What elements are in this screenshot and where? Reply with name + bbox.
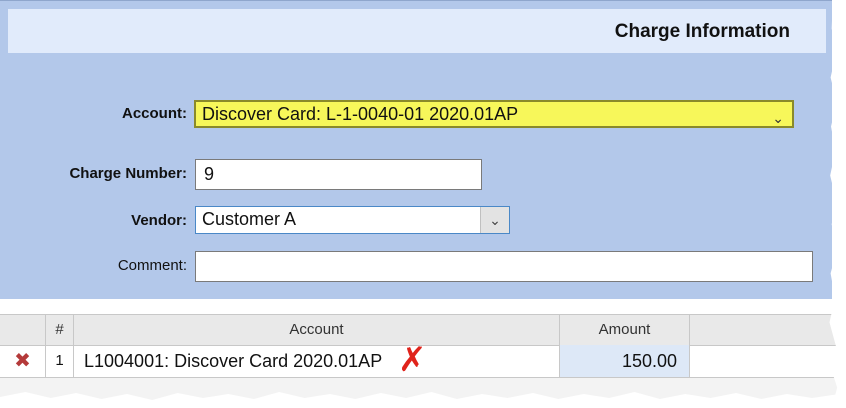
- row-num: 1: [46, 345, 74, 377]
- header-amount: Amount: [560, 315, 690, 345]
- account-label: Account:: [122, 105, 187, 122]
- charge-number-label: Charge Number:: [69, 165, 187, 182]
- vendor-label: Vendor:: [131, 212, 187, 229]
- error-x-icon: ✗: [398, 341, 427, 379]
- chevron-down-icon: ⌄: [772, 110, 784, 126]
- row-extra-cell: [690, 345, 846, 377]
- header-account: Account: [74, 315, 560, 345]
- comment-input[interactable]: [195, 251, 813, 282]
- delete-x-icon[interactable]: ✖: [0, 345, 46, 377]
- comment-label: Comment:: [117, 257, 187, 274]
- charge-number-input[interactable]: 9: [195, 159, 482, 190]
- row-account-value: L1004001: Discover Card 2020.01AP: [84, 351, 383, 371]
- table-row: ✖ 1 L1004001: Discover Card 2020.01AP ✗ …: [0, 341, 846, 379]
- header-actions: [0, 315, 46, 345]
- account-select[interactable]: Discover Card: L-1-0040-01 2020.01AP ⌄: [194, 100, 794, 128]
- header-extra: [690, 315, 846, 345]
- vendor-select[interactable]: Customer A ⌄: [195, 206, 510, 234]
- title-bar: Charge Information: [8, 9, 826, 53]
- chevron-down-icon: ⌄: [480, 207, 509, 233]
- header-num: #: [46, 315, 74, 345]
- charge-information-panel: Charge Information Account: Discover Car…: [0, 0, 832, 299]
- vendor-select-value: Customer A: [202, 209, 297, 229]
- row-account-cell[interactable]: L1004001: Discover Card 2020.01AP ✗ ⌄: [74, 341, 628, 379]
- row-amount[interactable]: 150.00: [560, 345, 690, 377]
- charge-lines-grid: # Account Amount ✖ 1 L1004001: Discover …: [0, 314, 846, 408]
- account-select-value: Discover Card: L-1-0040-01 2020.01AP: [202, 104, 519, 124]
- page-title: Charge Information: [614, 21, 790, 42]
